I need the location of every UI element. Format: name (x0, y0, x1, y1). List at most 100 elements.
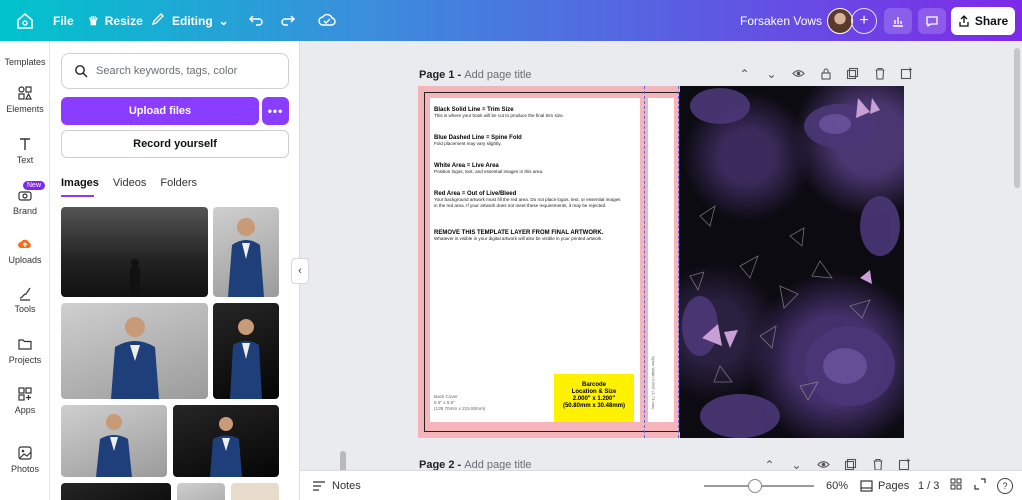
front-cover-artwork (680, 86, 904, 438)
add-collaborator-button[interactable]: + (851, 8, 877, 34)
note-body: Your background artwork must fill the re… (434, 197, 621, 208)
rail-item-label: Photos (10, 464, 40, 474)
rail-item-uploads[interactable]: Uploads (0, 236, 50, 265)
bottom-bar: Notes 60% Pages 1 / 3 ? (300, 470, 1022, 500)
more-dots-icon: ••• (267, 104, 284, 118)
chevron-down-icon[interactable]: ⌄ (765, 67, 778, 81)
barcode-area: Barcode Location & Size 2.000" x 1.200" … (554, 374, 634, 422)
collapse-panel-button[interactable]: ‹ (291, 258, 309, 284)
image-thumbnail[interactable] (213, 207, 279, 297)
tools-icon (19, 287, 31, 301)
rail-item-text[interactable]: Text (0, 136, 50, 165)
add-page-icon[interactable] (900, 67, 913, 80)
search-box[interactable] (61, 53, 289, 89)
grid-view-icon[interactable] (950, 478, 962, 493)
rail-item-label: Tools (14, 304, 36, 314)
new-badge: New (23, 181, 46, 190)
rail-item-label: Uploads (8, 255, 42, 265)
undo-icon[interactable] (248, 12, 264, 33)
upload-files-button[interactable]: Upload files (61, 97, 259, 125)
comments-button[interactable] (918, 8, 946, 34)
bar-chart-icon (893, 17, 903, 27)
help-button[interactable]: ? (997, 477, 1013, 494)
left-rail: Templates Elements Text New Brand Upload… (0, 41, 50, 500)
more-options-button[interactable]: ••• (262, 97, 289, 125)
tab-videos[interactable]: Videos (113, 177, 146, 189)
share-button[interactable]: Share (951, 7, 1015, 35)
image-thumbnail[interactable] (177, 483, 225, 500)
apps-icon (18, 387, 32, 401)
image-thumbnail[interactable] (61, 303, 208, 399)
image-thumbnail[interactable] (231, 483, 279, 500)
tab-folders[interactable]: Folders (160, 177, 197, 189)
zoom-level[interactable]: 60% (826, 480, 848, 492)
barcode-size-inches: 2.000" x 1.200" (572, 396, 616, 402)
chevron-left-icon: ‹ (298, 265, 302, 277)
search-input[interactable] (96, 65, 276, 77)
back-cover-mm: (139.70mm x 215.90mm) (434, 406, 486, 411)
rail-item-tools[interactable]: Tools (0, 285, 50, 314)
hide-page-icon[interactable] (792, 67, 805, 80)
rail-item-elements[interactable]: Elements (0, 85, 50, 114)
image-thumbnail[interactable] (213, 303, 279, 399)
tab-images[interactable]: Images (61, 177, 99, 189)
barcode-location: Location & Size (571, 389, 617, 395)
spine-width-label: Spine Width 0.069" (1.74 mm) (651, 356, 656, 410)
lock-icon[interactable] (819, 67, 832, 80)
rail-item-templates[interactable]: Templates (0, 57, 50, 67)
zoom-slider-handle[interactable] (748, 479, 762, 493)
rail-item-label: Templates (4, 57, 46, 67)
editing-mode-button[interactable]: Editing ⌄ (150, 0, 229, 41)
document-title[interactable]: Forsaken Vows (740, 0, 822, 41)
notes-button[interactable]: Notes (312, 480, 361, 492)
pages-button[interactable]: Pages (860, 480, 909, 492)
redo-icon[interactable] (280, 12, 296, 33)
image-thumbnail[interactable] (61, 483, 171, 500)
file-menu-button[interactable]: File (53, 0, 74, 41)
spine-fold-line (644, 86, 645, 438)
notes-label: Notes (332, 479, 361, 492)
avatar[interactable] (827, 8, 853, 34)
image-thumbnail[interactable] (173, 405, 279, 477)
floral-artwork (682, 88, 900, 438)
template-note: Blue Dashed Line = Spine Fold Fold place… (434, 135, 624, 147)
rail-item-label: Text (16, 155, 34, 165)
page-count: 1 / 3 (918, 479, 940, 492)
note-body: Fold placement may vary slightly. (434, 141, 502, 146)
note-body: This is where your book will be cut to p… (434, 113, 564, 118)
chevron-up-icon[interactable]: ⌃ (738, 67, 751, 81)
image-thumbnail[interactable] (61, 405, 167, 477)
template-note: Black Solid Line = Trim Size This is whe… (434, 107, 624, 119)
share-label: Share (974, 14, 1009, 28)
page-1-canvas[interactable]: Spine Width 0.069" (1.74 mm) Black Solid… (418, 86, 904, 438)
page-1-label: Page 1 - (419, 69, 465, 81)
note-body: Whatever is visible in your digital artw… (434, 236, 603, 241)
rail-item-label: Elements (6, 104, 44, 114)
insights-button[interactable] (884, 8, 912, 34)
delete-page-icon[interactable] (873, 67, 886, 80)
image-thumbnail[interactable] (61, 207, 208, 297)
rail-item-photos[interactable]: Photos (0, 445, 50, 474)
canvas-scrollbar[interactable] (1014, 48, 1020, 188)
home-icon[interactable] (14, 10, 36, 32)
cloud-saved-icon[interactable] (318, 12, 336, 33)
document-title-text: Forsaken Vows (740, 13, 823, 28)
rail-item-brand[interactable]: New Brand (0, 181, 50, 216)
image-grid (61, 207, 291, 500)
back-cover-size: Back Cover 5.5" x 8.5" (139.70mm x 215.9… (434, 394, 485, 412)
rail-item-projects[interactable]: Projects (0, 336, 50, 365)
rail-item-apps[interactable]: Apps (0, 386, 50, 415)
resize-button[interactable]: ♛ Resize (88, 0, 143, 41)
upload-files-label: Upload files (128, 105, 192, 117)
active-tab-indicator (61, 195, 94, 197)
resize-label: Resize (104, 13, 143, 28)
page-1-title-input[interactable]: Add page title (464, 69, 531, 81)
photos-icon (18, 446, 32, 460)
text-icon (20, 138, 30, 150)
fullscreen-icon[interactable] (974, 478, 986, 493)
chevron-down-icon: ⌄ (218, 13, 229, 28)
elements-icon (18, 86, 32, 100)
record-yourself-button[interactable]: Record yourself (61, 130, 289, 158)
note-body: Position logos, text, and essential imag… (434, 169, 544, 174)
duplicate-page-icon[interactable] (846, 67, 859, 80)
